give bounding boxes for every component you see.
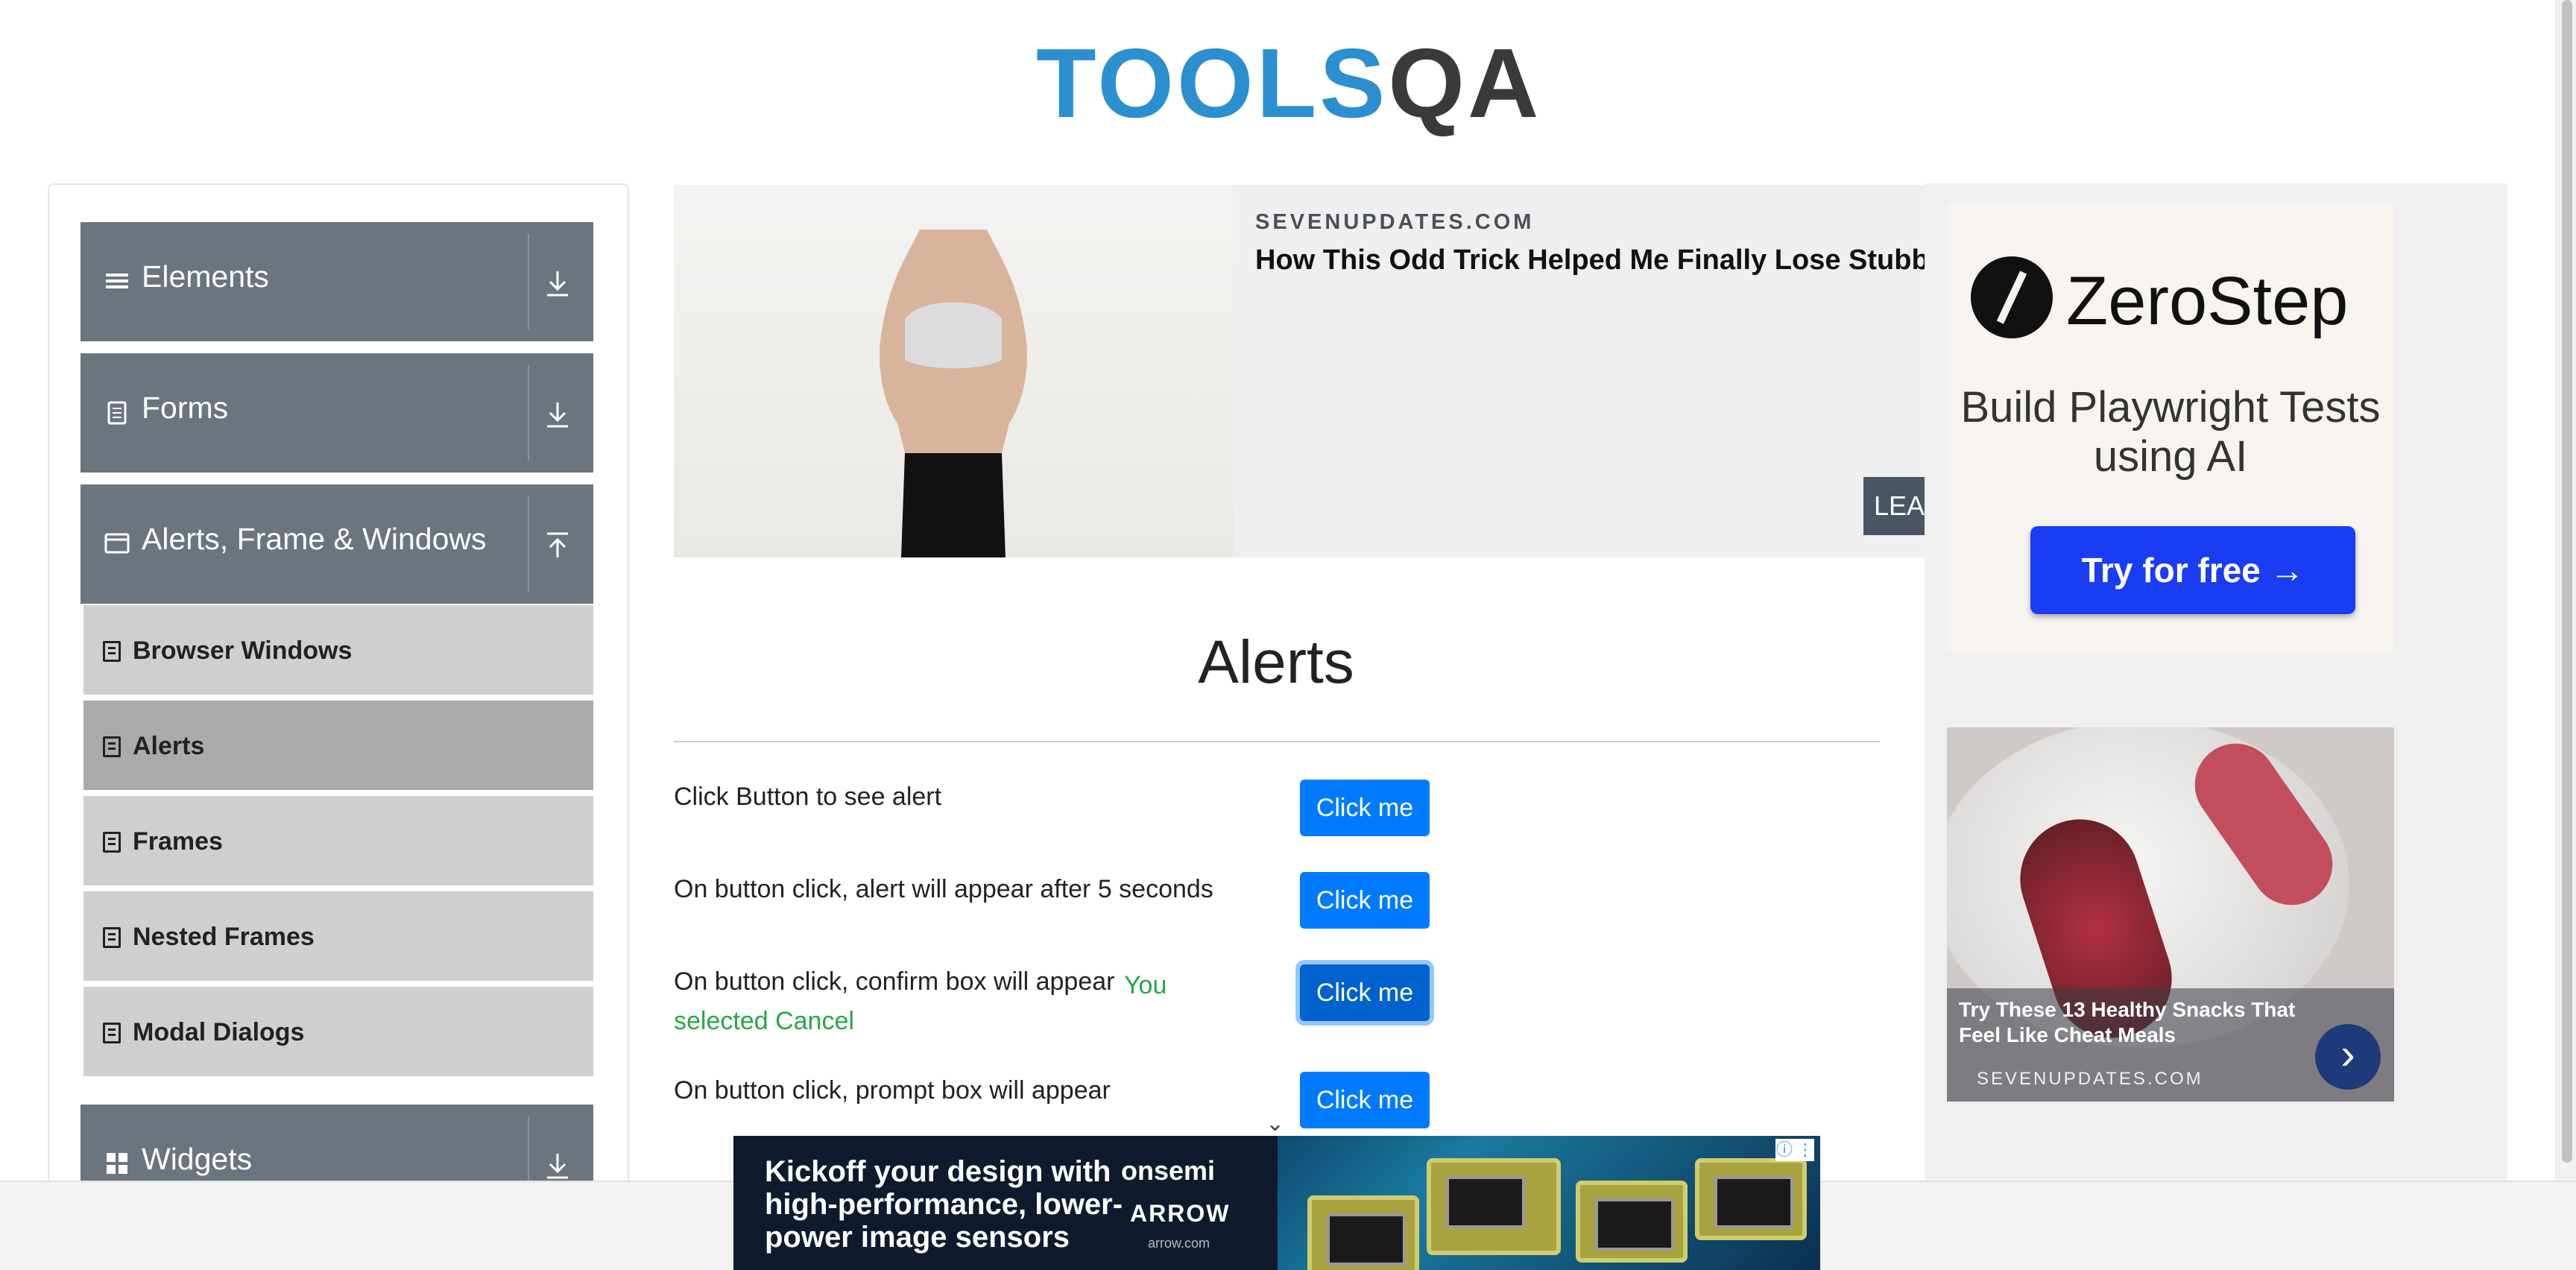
chip-image [1427,1158,1561,1255]
download-arrow-icon[interactable] [541,398,574,431]
vertical-scrollbar[interactable] [2555,0,2576,1181]
banner-ad-image [674,185,1233,557]
nav-group-title: Forms [142,391,229,425]
sidebar-item-modal-dialogs[interactable]: Modal Dialogs [83,987,593,1079]
download-arrow-icon[interactable] [541,267,574,300]
sidebar-item-label: Browser Windows [133,636,353,665]
banner-ad[interactable]: SEVENUPDATES.COM How This Odd Trick Help… [674,185,1926,557]
download-arrow-icon[interactable] [541,1149,574,1182]
banner-ad-domain: SEVENUPDATES.COM [1255,210,1535,234]
timer-alert-button[interactable]: Click me [1300,872,1430,929]
title-divider [674,741,1880,742]
arrow-logo: ARROW [1130,1200,1231,1227]
bottom-ad-text: Kickoff your design with high-performanc… [765,1155,1123,1254]
banner-ad-headline[interactable]: How This Odd Trick Helped Me Finally Los… [1255,244,1926,277]
sidebar-item-label: Frames [133,827,223,856]
alert-row-label: Click Button to see alert [674,783,942,811]
prompt-row-label: On button click, prompt box will appear [674,1076,1111,1105]
chevron-down-icon: ⌄ [1266,1111,1285,1136]
snack-ad-card[interactable]: Try These 13 Healthy Snacks That Feel Li… [1947,727,2394,1102]
menu-icon [106,274,128,288]
sidebar-item-browser-windows[interactable]: Browser Windows [83,605,593,698]
nav-group-divider [528,234,529,329]
nav-group-alerts-frame-windows[interactable]: Alerts, Frame & Windows [80,484,593,604]
upload-arrow-icon[interactable] [541,529,574,562]
sidebar-item-label: Nested Frames [133,923,315,951]
scrollbar-thumb[interactable] [2562,0,2572,1163]
banner-ad-cta-button[interactable]: LEA [1863,477,1926,535]
chevron-right-icon[interactable]: › [2315,1024,2381,1090]
timer-alert-row-label: On button click, alert will appear after… [674,875,1213,903]
logo-text-tools: TOOLS [1036,28,1389,138]
fitness-photo [880,230,1027,557]
snack-ad-title: Try These 13 Healthy Snacks That Feel Li… [1959,998,2296,1046]
zerostep-tagline: Build Playwright Tests using AI [1960,383,2381,481]
prompt-button[interactable]: Click me [1300,1072,1430,1128]
grid-icon [107,1153,127,1174]
left-nav-panel: Elements Forms Alerts, Frame & Windows B… [48,183,629,1270]
logo-text-qa: QA [1388,28,1542,138]
nav-group-title: Alerts, Frame & Windows [142,522,487,556]
chip-image [1307,1195,1419,1270]
sidebar-item-frames[interactable]: Frames [83,796,593,888]
list-icon [103,736,121,757]
chip-image [1576,1181,1688,1263]
confirm-result-text: You selected Cancel [674,971,1167,1035]
confirm-button[interactable]: Click me [1300,964,1430,1021]
adchoices-icon[interactable]: ⓘ ⋮ [1775,1139,1814,1161]
sidebar-item-nested-frames[interactable]: Nested Frames [83,891,593,984]
logo-text: TOOLSQA [1036,31,1541,136]
nav-group-divider [528,496,529,592]
chip-image [1695,1158,1807,1240]
zerostep-brand: ZeroStep [2066,263,2349,339]
list-icon [103,927,121,948]
toolsqa-logo[interactable]: TOOLSQA [1036,21,1538,140]
bottom-sticky-ad[interactable]: Kickoff your design with high-performanc… [733,1136,1820,1270]
list-icon [103,1023,121,1043]
nav-group-title: Elements [142,259,269,294]
sidebar-item-alerts[interactable]: Alerts [83,701,593,793]
sidebar-item-label: Alerts [133,732,205,760]
list-icon [103,832,121,853]
try-for-free-button[interactable]: Try for free → [2030,526,2355,614]
zerostep-ad-card[interactable]: ZeroStep Build Playwright Tests using AI… [1947,204,2394,651]
sidebar-item-label: Modal Dialogs [133,1018,305,1046]
right-ad[interactable]: ZeroStep Build Playwright Tests using AI… [1925,183,2507,1182]
onsemi-logo: onsemi [1121,1155,1216,1186]
page-title: Alerts [1198,628,1354,696]
window-icon [104,533,130,554]
nav-group-title: Widgets [142,1142,253,1176]
alert-button[interactable]: Click me [1300,780,1430,836]
nav-group-divider [528,365,529,461]
nav-group-elements[interactable]: Elements [80,222,593,341]
list-icon [103,641,121,662]
snack-ad-domain: SEVENUPDATES.COM [1977,1069,2203,1089]
document-icon [107,401,127,425]
bottom-ad-image [1278,1136,1820,1270]
arrow-domain: arrow.com [1148,1236,1210,1251]
zerostep-logo-icon [1971,256,2053,338]
nav-group-forms[interactable]: Forms [80,353,593,473]
